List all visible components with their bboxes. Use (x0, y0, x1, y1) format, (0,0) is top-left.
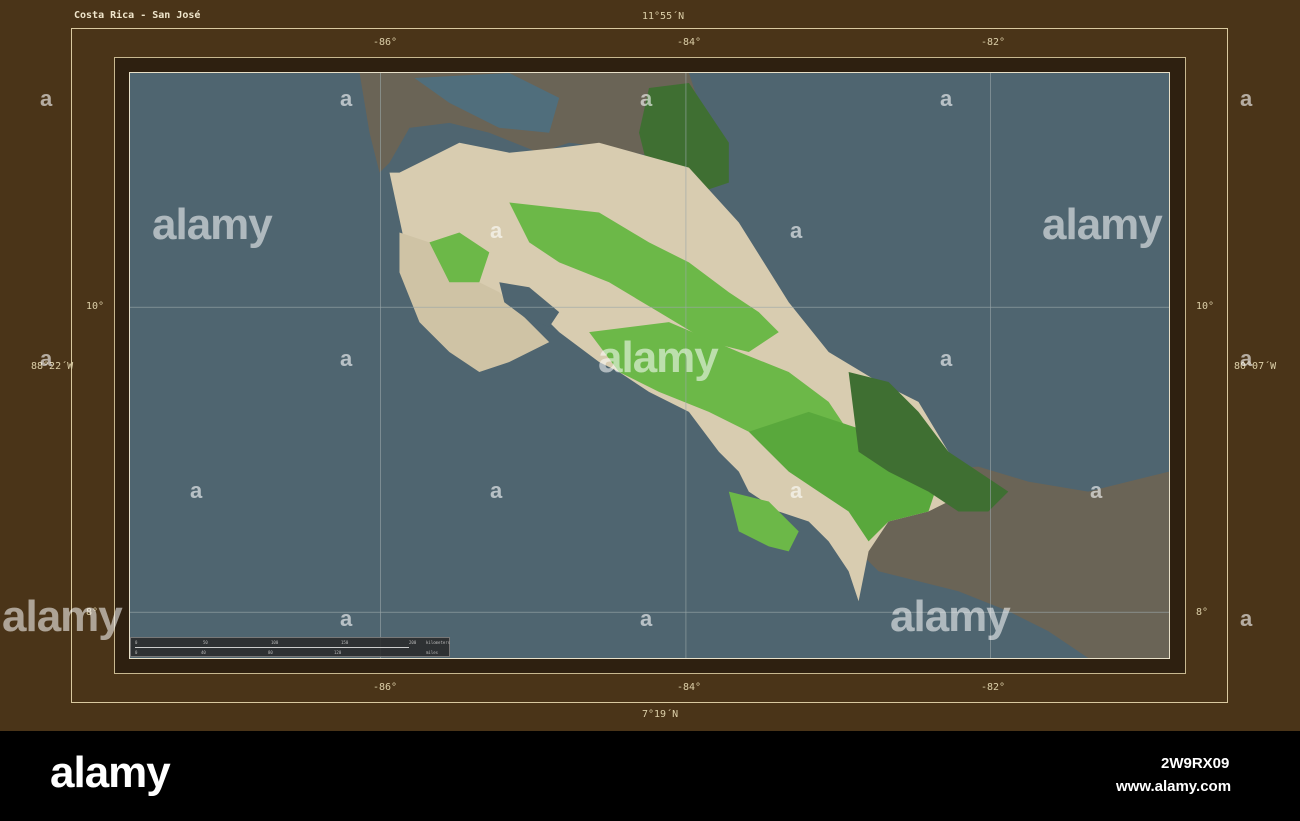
watermark-mark: a (1240, 606, 1253, 631)
lon-label-top: -86° (373, 37, 398, 48)
scale-mi-tick: 40 (201, 650, 206, 655)
image-id: 2W9RX09 (1161, 755, 1230, 772)
lat-label-right: 8° (1196, 607, 1209, 618)
watermark-mark: a (790, 478, 803, 503)
top-latitude-label: 11°55´N (642, 11, 685, 22)
watermark-mark: a (640, 606, 653, 631)
watermark-mark: a (340, 346, 353, 371)
watermark-mark: a (490, 478, 503, 503)
watermark-mark: a (1240, 86, 1253, 111)
scale-mi-tick: 120 (334, 650, 342, 655)
watermark-mark: a (340, 86, 353, 111)
watermark-mark: a (940, 346, 953, 371)
scale-mi-tick: 0 (135, 650, 138, 655)
watermark-mark: a (940, 86, 953, 111)
scale-km-tick: 100 (271, 640, 279, 645)
watermark-logo: alamy (890, 592, 1011, 641)
site-url: www.alamy.com (1116, 778, 1232, 795)
scale-km-tick: 0 (135, 640, 138, 645)
lon-label-bottom: -84° (677, 682, 702, 693)
bottom-latitude-label: 7°19´N (642, 709, 679, 720)
scale-mi-unit: miles (426, 650, 439, 655)
watermark-mark: a (40, 86, 53, 111)
watermark-logo: alamy (152, 200, 273, 249)
scale-km-tick: 150 (341, 640, 349, 645)
map-title: Costa Rica - San José (74, 10, 201, 21)
scale-bar: 0 50 100 150 200 kilometers 0 40 80 120 … (130, 637, 450, 657)
scale-km-tick: 200 (409, 640, 417, 645)
watermark-mark: a (490, 218, 503, 243)
watermark-mark: a (790, 218, 803, 243)
lon-label-bottom: -86° (373, 682, 398, 693)
brand-logo: alamy (50, 748, 171, 797)
scale-km-tick: 50 (203, 640, 208, 645)
branding-bar (0, 731, 1300, 821)
watermark-mark: a (40, 346, 53, 371)
scale-line (135, 647, 409, 648)
watermark-mark: a (1090, 478, 1103, 503)
lon-label-top: -82° (981, 37, 1006, 48)
watermark-mark: a (640, 86, 653, 111)
watermark-mark: a (190, 478, 203, 503)
scale-km-unit: kilometers (426, 640, 451, 645)
watermark-logo: alamy (1042, 200, 1163, 249)
watermark-mark: a (340, 606, 353, 631)
watermark-logo: alamy (2, 592, 123, 641)
lat-label-right: 10° (1196, 301, 1215, 312)
watermark-logo: alamy (598, 333, 719, 382)
lon-label-bottom: -82° (981, 682, 1006, 693)
lon-label-top: -84° (677, 37, 702, 48)
lat-label-left: 10° (86, 301, 105, 312)
scale-mi-tick: 80 (268, 650, 273, 655)
watermark-mark: a (1240, 346, 1253, 371)
